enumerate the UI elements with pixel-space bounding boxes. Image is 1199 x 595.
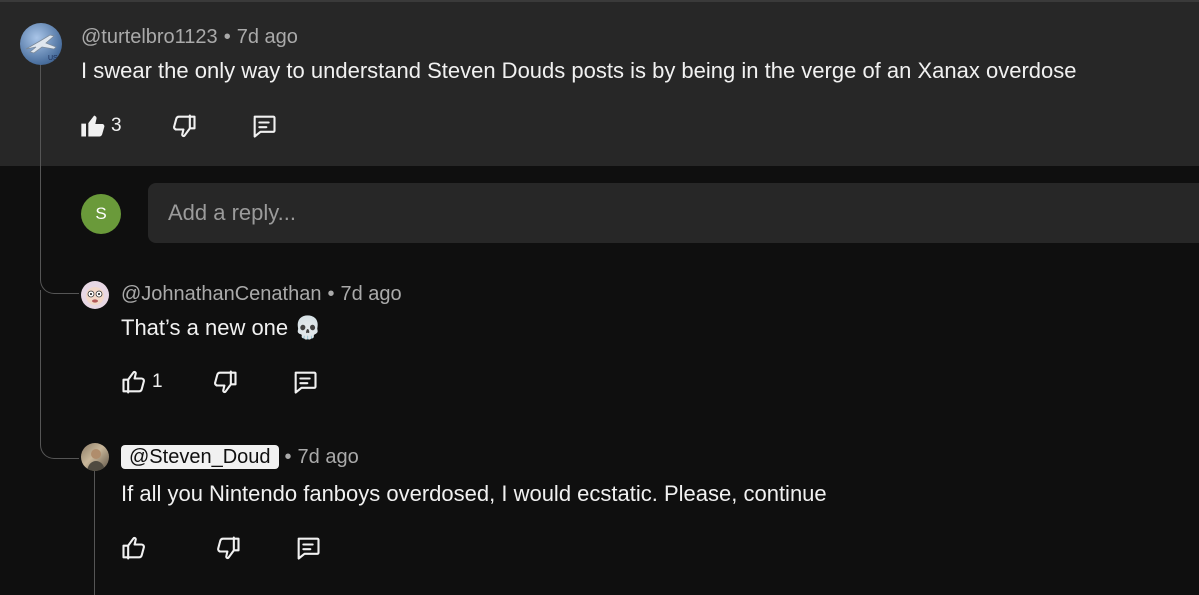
comment-text: I swear the only way to understand Steve… bbox=[81, 58, 1077, 83]
like-count: 1 bbox=[152, 371, 163, 392]
thread-branch bbox=[40, 290, 79, 459]
thumbs-up-icon bbox=[122, 536, 145, 560]
thumbs-up-icon bbox=[122, 370, 145, 394]
reply-button[interactable] bbox=[291, 368, 319, 396]
comment-icon bbox=[253, 115, 276, 138]
separator-dot: • bbox=[223, 26, 231, 48]
like-button[interactable] bbox=[120, 534, 152, 562]
comment-icon bbox=[297, 537, 320, 560]
thumbs-up-filled-icon bbox=[81, 115, 105, 137]
comment-text: That’s a new one 💀 bbox=[121, 315, 322, 340]
thumbs-down-icon bbox=[213, 370, 237, 394]
current-user-avatar: S bbox=[81, 194, 121, 234]
comment-meta: @turtelbro1123 • 7d ago bbox=[81, 26, 298, 49]
comment-icon bbox=[294, 371, 317, 394]
comment-time[interactable]: 7d ago bbox=[237, 26, 298, 48]
photo-avatar[interactable] bbox=[81, 443, 109, 471]
reply-input[interactable] bbox=[148, 183, 1199, 243]
reply-button[interactable] bbox=[294, 534, 322, 562]
comment-text: If all you Nintendo fanboys overdosed, I… bbox=[121, 481, 827, 506]
comment-meta: @JohnathanCenathan • 7d ago bbox=[121, 283, 402, 306]
cartoon-face-avatar[interactable] bbox=[81, 281, 109, 309]
thumbs-down-icon bbox=[217, 536, 240, 560]
like-button[interactable]: 1 bbox=[120, 368, 163, 396]
comment-actions: 3 bbox=[79, 110, 278, 142]
like-button[interactable]: 3 bbox=[79, 112, 122, 140]
comment-actions bbox=[120, 532, 322, 564]
thread-line bbox=[40, 64, 41, 264]
comment-author[interactable]: @JohnathanCenathan bbox=[121, 283, 321, 305]
dislike-button[interactable] bbox=[211, 368, 239, 396]
comment-author[interactable]: @turtelbro1123 bbox=[81, 26, 218, 48]
comment-actions: 1 bbox=[120, 366, 319, 398]
separator-dot: • bbox=[284, 446, 292, 468]
comment-time[interactable]: 7d ago bbox=[340, 283, 401, 305]
comment-author-chip[interactable]: @Steven_Doud bbox=[121, 445, 279, 469]
dislike-button[interactable] bbox=[170, 112, 198, 140]
comment-time[interactable]: 7d ago bbox=[298, 446, 359, 468]
dislike-button[interactable] bbox=[214, 534, 242, 562]
thread-line bbox=[94, 470, 95, 595]
thumbs-down-icon bbox=[172, 114, 196, 138]
thread-branch bbox=[40, 250, 79, 294]
reply-button[interactable] bbox=[250, 112, 278, 140]
separator-dot: • bbox=[327, 283, 335, 305]
jet-avatar[interactable]: USAF bbox=[20, 23, 62, 65]
comment-meta: @Steven_Doud • 7d ago bbox=[121, 445, 359, 469]
like-count: 3 bbox=[111, 115, 122, 136]
